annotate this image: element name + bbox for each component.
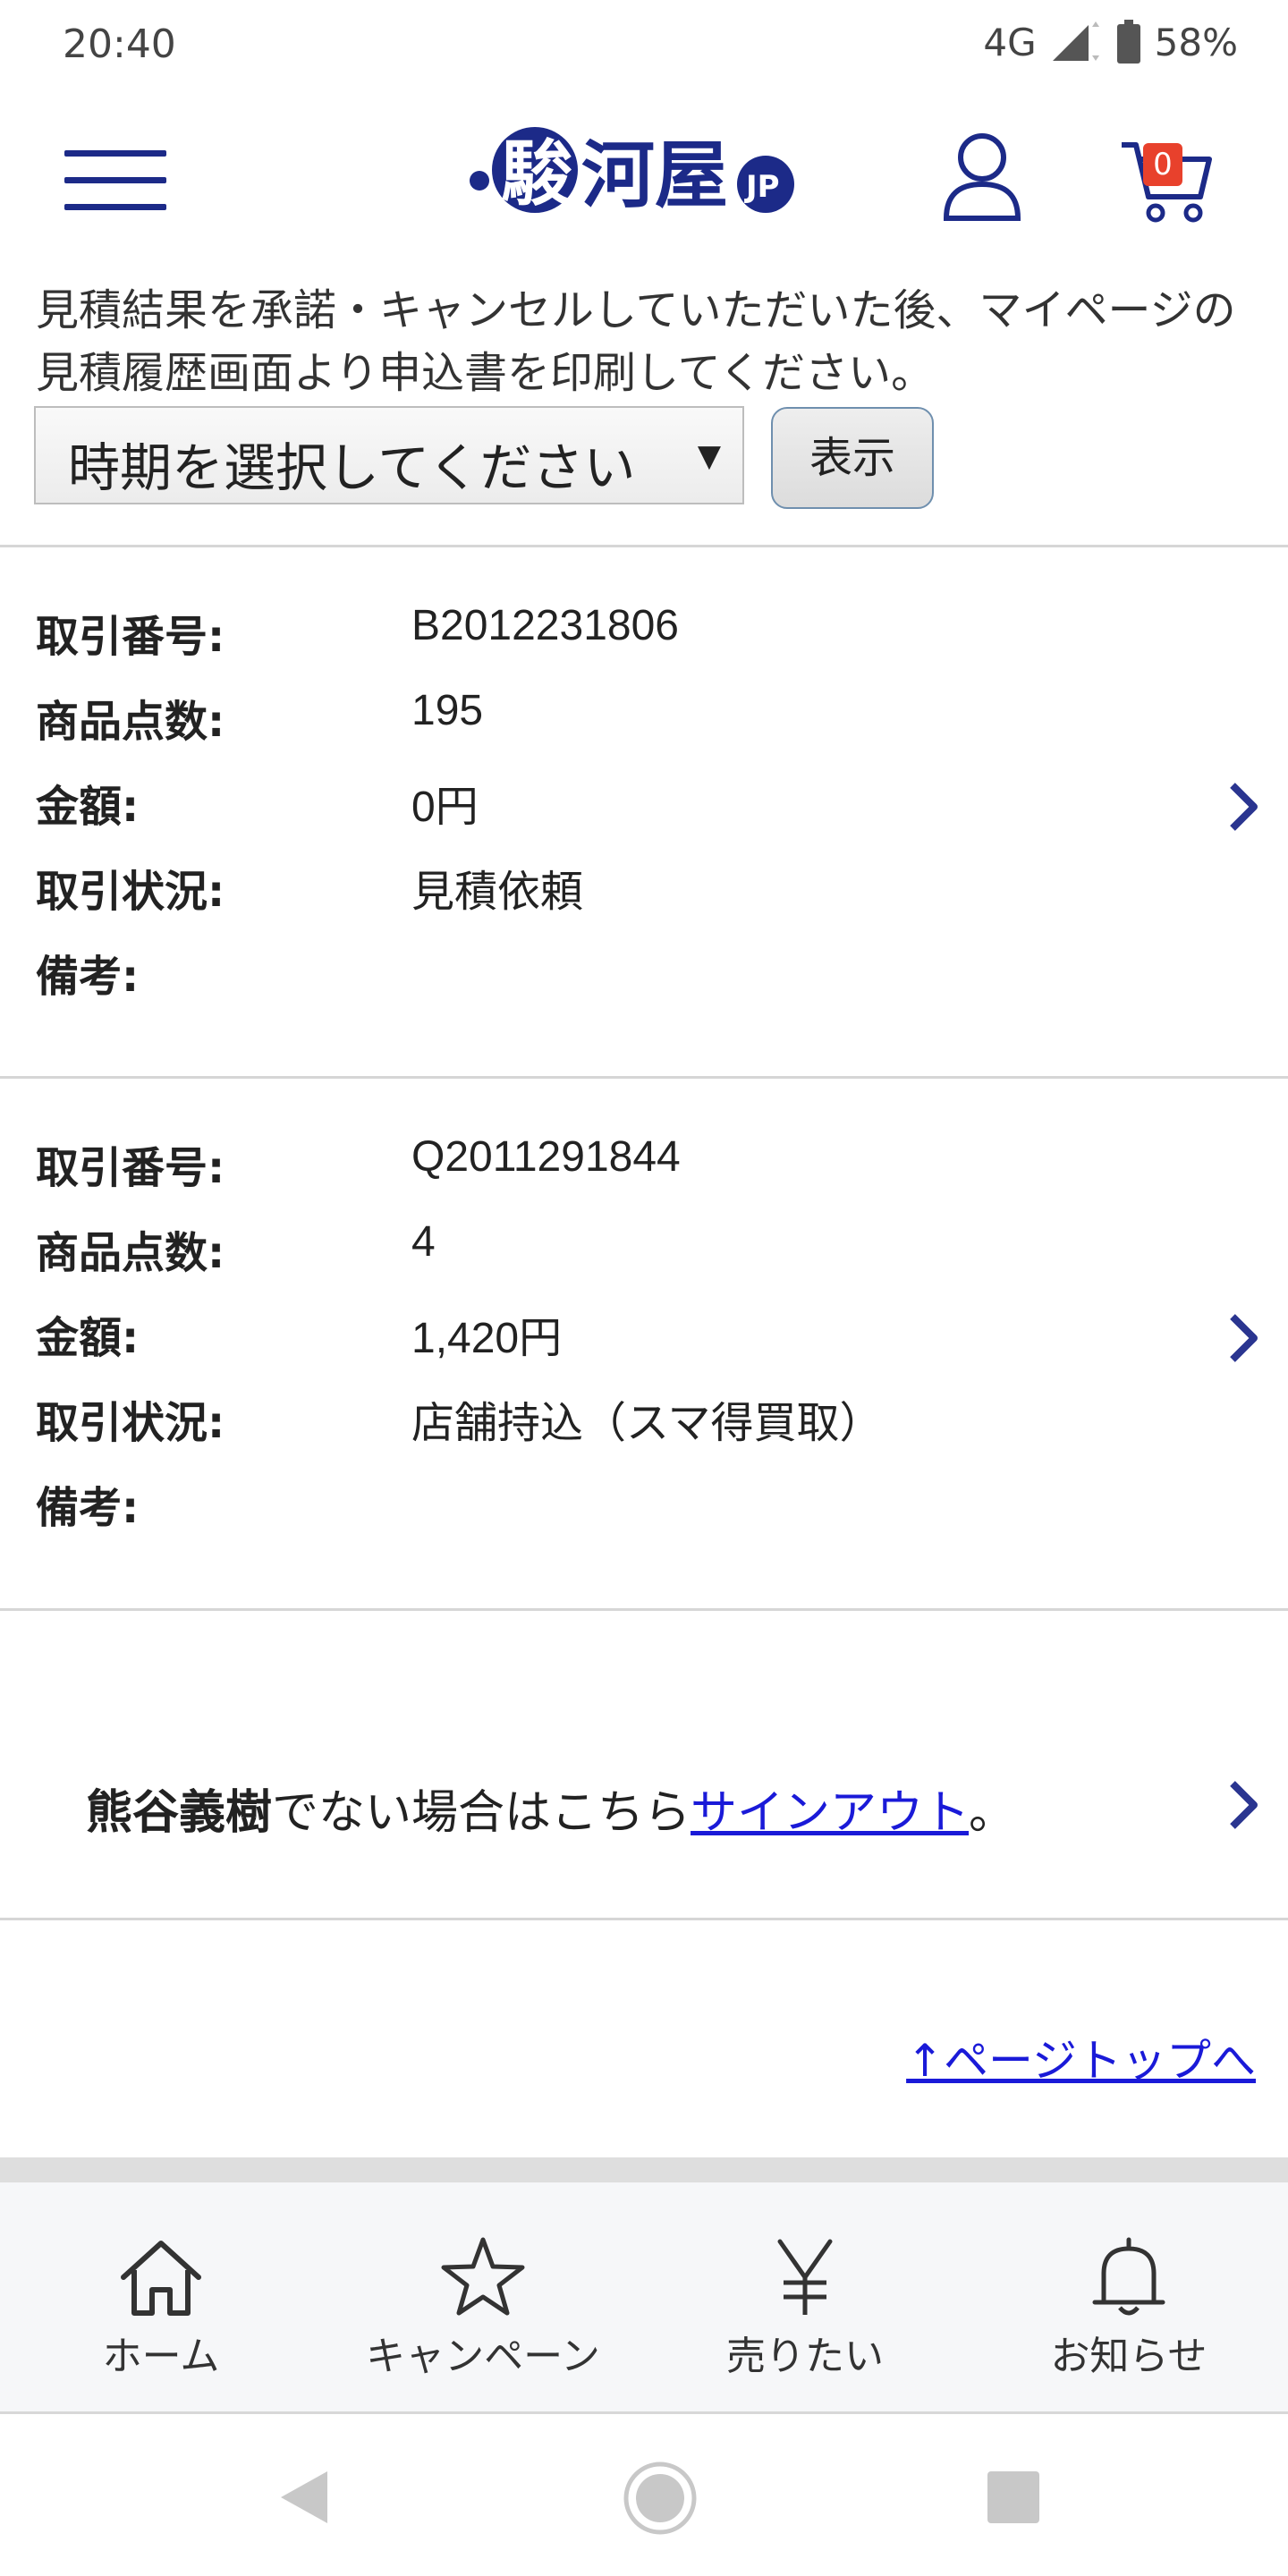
chevron-right-icon bbox=[1230, 1781, 1258, 1829]
divider bbox=[0, 1608, 1288, 1611]
txn-count: 195 bbox=[411, 687, 484, 734]
chevron-right-icon bbox=[1230, 783, 1258, 831]
txn-count-row: 商品点数: 4 bbox=[36, 1217, 1199, 1289]
network-type: 4G bbox=[983, 20, 1037, 64]
signout-link[interactable]: サインアウト bbox=[691, 1786, 969, 1840]
yen-icon bbox=[777, 2239, 833, 2315]
status-bar: 20:40 4G 58% bbox=[0, 0, 1288, 89]
signout-middle: でない場合はこちら bbox=[272, 1786, 691, 1840]
label-amount: 金額: bbox=[36, 1313, 140, 1363]
cart-button[interactable]: 0 bbox=[1118, 134, 1216, 224]
battery-level: 58% bbox=[1154, 20, 1238, 64]
cart-count-badge: 0 bbox=[1143, 143, 1182, 186]
bell-icon bbox=[1092, 2237, 1165, 2316]
signal-icon bbox=[1052, 21, 1099, 61]
transaction-item[interactable]: 取引番号: B2012231806 商品点数: 195 金額: 0円 取引状況:… bbox=[0, 547, 1288, 1075]
signout-row[interactable]: 熊谷義樹でない場合はこちらサインアウト。 bbox=[0, 1614, 1288, 1918]
txn-amount: 0円 bbox=[411, 784, 479, 831]
nav-campaign-label: キャンペーン bbox=[366, 2334, 600, 2379]
battery-icon bbox=[1116, 20, 1140, 64]
txn-amount-row: 金額: 0円 bbox=[36, 771, 1199, 843]
txn-number-row: 取引番号: B2012231806 bbox=[36, 601, 1199, 673]
user-icon bbox=[943, 133, 1021, 221]
nav-sell[interactable]: 売りたい bbox=[671, 2236, 939, 2388]
label-amount: 金額: bbox=[36, 782, 140, 832]
site-header: 駿 河屋 JP 0 bbox=[0, 89, 1288, 268]
print-notice: 見積結果を承諾・キャンセルしていただいた後、マイページの見積履歴画面より申込書を… bbox=[36, 285, 1236, 398]
recents-icon[interactable] bbox=[987, 2471, 1039, 2523]
txn-number-row: 取引番号: Q2011291844 bbox=[36, 1132, 1199, 1204]
txn-note-row: 備考: bbox=[36, 941, 1199, 1013]
txn-number: B2012231806 bbox=[411, 602, 679, 649]
label-number: 取引番号: bbox=[36, 1143, 225, 1193]
nav-notifications[interactable]: お知らせ bbox=[995, 2236, 1263, 2388]
menu-icon-bar bbox=[64, 177, 166, 183]
label-status: 取引状況: bbox=[36, 1398, 225, 1448]
txn-status-row: 取引状況: 店舗持込（スマ得買取） bbox=[36, 1387, 1199, 1459]
label-count: 商品点数: bbox=[36, 1228, 225, 1278]
txn-status: 見積依頼 bbox=[411, 869, 584, 916]
nav-home[interactable]: ホーム bbox=[27, 2236, 295, 2388]
star-icon bbox=[441, 2237, 525, 2316]
signout-text: 熊谷義樹でない場合はこちらサインアウト。 bbox=[86, 1775, 1015, 1842]
svg-text:河屋: 河屋 bbox=[581, 132, 728, 218]
home-icon bbox=[121, 2241, 201, 2316]
signout-end: 。 bbox=[969, 1786, 1016, 1840]
status-time: 20:40 bbox=[63, 21, 176, 67]
back-icon[interactable] bbox=[279, 2470, 329, 2525]
user-name: 熊谷義樹 bbox=[86, 1786, 273, 1840]
txn-status-row: 取引状況: 見積依頼 bbox=[36, 856, 1199, 928]
label-number: 取引番号: bbox=[36, 612, 225, 662]
account-button[interactable] bbox=[941, 132, 1023, 222]
svg-text:駿: 駿 bbox=[501, 131, 573, 216]
transaction-item[interactable]: 取引番号: Q2011291844 商品点数: 4 金額: 1,420円 取引状… bbox=[0, 1079, 1288, 1606]
txn-status: 店舗持込（スマ得買取） bbox=[411, 1400, 883, 1447]
system-nav-bar bbox=[0, 2414, 1288, 2576]
footer-strip bbox=[0, 2157, 1288, 2182]
menu-icon-bar bbox=[64, 204, 166, 210]
label-note: 備考: bbox=[36, 952, 140, 1002]
home-circle-icon[interactable] bbox=[623, 2461, 698, 2536]
dropdown-arrow-icon: ▼ bbox=[697, 438, 721, 474]
label-status: 取引状況: bbox=[36, 867, 225, 917]
page-top-link[interactable]: ↑ページトップへ bbox=[906, 2025, 1256, 2089]
chevron-right-icon bbox=[1230, 1314, 1258, 1362]
menu-button[interactable] bbox=[64, 150, 166, 210]
label-count: 商品点数: bbox=[36, 697, 225, 747]
svg-text:JP: JP bbox=[744, 169, 780, 205]
txn-count-row: 商品点数: 195 bbox=[36, 686, 1199, 758]
divider bbox=[0, 1918, 1288, 1920]
nav-notifications-label: お知らせ bbox=[1050, 2334, 1208, 2379]
site-logo[interactable]: 駿 河屋 JP bbox=[462, 122, 801, 229]
nav-campaign[interactable]: キャンペーン bbox=[349, 2236, 617, 2388]
txn-note-row: 備考: bbox=[36, 1472, 1199, 1544]
period-select[interactable]: 時期を選択してください ▼ bbox=[34, 406, 744, 504]
menu-icon bbox=[64, 150, 166, 157]
nav-home-label: ホーム bbox=[102, 2334, 220, 2379]
txn-amount: 1,420円 bbox=[411, 1315, 563, 1362]
logo-mark: 駿 河屋 JP bbox=[470, 127, 794, 218]
status-indicators: 4G 58% bbox=[983, 20, 1238, 64]
nav-sell-label: 売りたい bbox=[726, 2334, 884, 2379]
bottom-nav: ホーム キャンペーン 売りたい お知らせ bbox=[0, 2182, 1288, 2414]
txn-count: 4 bbox=[411, 1218, 436, 1266]
label-note: 備考: bbox=[36, 1483, 140, 1533]
period-select-value: 時期を選択してください bbox=[68, 437, 636, 498]
txn-amount-row: 金額: 1,420円 bbox=[36, 1302, 1199, 1374]
txn-number: Q2011291844 bbox=[411, 1133, 681, 1181]
show-button[interactable]: 表示 bbox=[771, 407, 934, 509]
